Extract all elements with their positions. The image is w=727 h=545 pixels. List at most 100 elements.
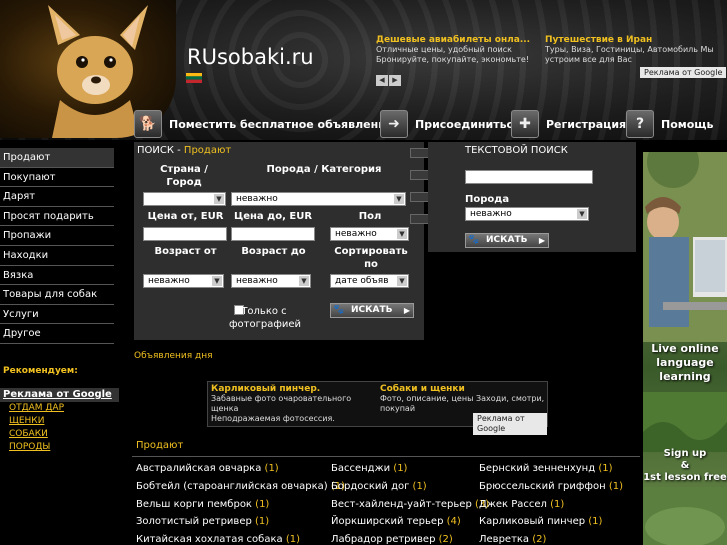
dog-icon: 🐕 — [134, 110, 162, 138]
woman-laptop-image — [643, 152, 727, 342]
ad-title[interactable]: Путешествие в Иран — [545, 35, 725, 45]
sidebar-item-sell[interactable]: Продают — [0, 148, 114, 168]
ad-title[interactable]: Собаки и щенки — [380, 384, 545, 394]
arrow-right-icon: ▶ — [538, 236, 545, 245]
sidebar-item-buy[interactable]: Покупают — [0, 168, 114, 188]
ad-link[interactable]: ОТДАМ ДАР — [9, 403, 64, 413]
nav-label: Регистрация — [546, 117, 627, 131]
ad-title[interactable]: Карликовый пинчер. — [211, 384, 376, 394]
nav-join[interactable]: ➜ Присоединиться — [380, 108, 520, 140]
nav-help[interactable]: ? Помощь — [626, 108, 713, 140]
breed-name: Йоркширский терьер — [331, 516, 444, 527]
breed-select[interactable]: неважно ▼ — [231, 192, 406, 206]
paw-icon: 🐾 — [333, 305, 345, 315]
breed-count: (1) — [285, 534, 300, 545]
breed-count: (1) — [264, 463, 279, 474]
sidebar-item-mating[interactable]: Вязка — [0, 266, 114, 286]
breed-count: (1) — [598, 463, 613, 474]
sidebar-item-services[interactable]: Услуги — [0, 305, 114, 325]
google-ad-block[interactable]: Карликовый пинчер. Забавные фото очарова… — [207, 381, 548, 435]
breed-name: Джек Рассел — [479, 499, 547, 510]
nav-register[interactable]: ✚ Регистрация — [511, 108, 626, 140]
sort-select[interactable]: дате объяв ▼ — [330, 274, 409, 288]
breed-link[interactable]: Лабрадор ретривер (2) — [331, 534, 453, 545]
sort-label: Сортировать по — [334, 246, 408, 270]
banner-cta[interactable]: & — [643, 460, 727, 472]
text-search-button[interactable]: 🐾 ИСКАТЬ ▶ — [465, 233, 549, 248]
google-ads-tag[interactable]: Реклама от Google — [640, 67, 727, 78]
text-search-panel: ТЕКСТОВОЙ ПОИСК Порода неважно ▼ 🐾 ИСКАТЬ ▶ — [428, 142, 636, 252]
arrow-right-icon: ▶ — [403, 306, 410, 315]
ad-link[interactable]: ПОРОДЫ — [9, 442, 50, 452]
site-logo-text[interactable]: RUsobaki.ru — [187, 45, 314, 69]
ad-title[interactable]: Дешевые авиабилеты онла... — [376, 35, 541, 45]
banner-grass-image — [643, 392, 727, 452]
breed-link[interactable]: Бассенджи (1) — [331, 463, 407, 474]
age-from-select[interactable]: неважно ▼ — [143, 274, 224, 288]
text-search-input[interactable] — [465, 170, 593, 184]
breed-count: (1) — [393, 463, 408, 474]
breed-name: Бассенджи — [331, 463, 391, 474]
breed-link[interactable]: Вельш корги пемброк (1) — [136, 499, 269, 510]
breed-link[interactable]: Бобтейл (староанглийская овчарка) (1) — [136, 481, 345, 492]
breed-name: Левретка — [479, 534, 530, 545]
text-breed-select[interactable]: неважно ▼ — [465, 207, 589, 221]
google-ads-link[interactable]: Реклама от Google — [0, 388, 119, 402]
banner-cta[interactable]: 1st lesson free — [643, 472, 727, 484]
ad-unit[interactable]: Карликовый пинчер. Забавные фото очарова… — [211, 384, 376, 424]
banner-lower-image — [643, 487, 727, 545]
search-title-text: ПОИСК — [137, 145, 174, 156]
breed-link[interactable]: Вест-хайленд-уайт-терьер (3) — [331, 499, 489, 510]
country-select[interactable]: ▼ — [143, 192, 226, 206]
lithuania-flag-icon[interactable] — [186, 73, 202, 83]
sidebar-item-goods[interactable]: Товары для собак — [0, 285, 114, 305]
sidebar-item-lost[interactable]: Пропажи — [0, 226, 114, 246]
text-search-button-label: ИСКАТЬ — [486, 235, 528, 245]
breed-link[interactable]: Китайская хохлатая собака (1) — [136, 534, 300, 545]
nav-label: Поместить бесплатное объявление! — [169, 117, 399, 131]
breed-link[interactable]: Левретка (2) — [479, 534, 546, 545]
chevron-down-icon: ▼ — [577, 209, 587, 219]
sex-select[interactable]: неважно ▼ — [330, 227, 409, 241]
breed-count: (1) — [255, 516, 270, 527]
language-learning-banner[interactable]: Live online language learning Sign up & … — [643, 152, 727, 545]
breed-link[interactable]: Бордоский дог (1) — [331, 481, 427, 492]
search-panel: ПОИСК - Продают Страна / Город Порода / … — [134, 142, 424, 340]
nav-post-ad[interactable]: 🐕 Поместить бесплатное объявление! — [134, 108, 398, 140]
ad-prev-button[interactable]: ◀ — [376, 75, 388, 86]
breed-link[interactable]: Йоркширский терьер (4) — [331, 516, 461, 527]
breed-name: Вест-хайленд-уайт-терьер — [331, 499, 472, 510]
breed-link[interactable]: Брюссельский гриффон (1) — [479, 481, 623, 492]
ad-next-button[interactable]: ▶ — [389, 75, 401, 86]
ad-link[interactable]: ЩЕНКИ — [9, 416, 44, 426]
ad-link[interactable]: СОБАКИ — [9, 429, 48, 439]
sidebar-item-give[interactable]: Дарят — [0, 187, 114, 207]
banner-cta[interactable]: Sign up — [643, 448, 727, 460]
sex-label: Пол — [358, 211, 382, 222]
sidebar-item-ask-gift[interactable]: Просят подарить — [0, 207, 114, 227]
chevron-down-icon: ▼ — [212, 276, 222, 286]
age-to-value: неважно — [236, 276, 278, 286]
age-to-select[interactable]: неважно ▼ — [231, 274, 311, 288]
ad-text: устроим все для Вас — [545, 55, 632, 64]
breed-link[interactable]: Карликовый пинчер (1) — [479, 516, 602, 527]
breed-link[interactable]: Золотистый ретривер (1) — [136, 516, 269, 527]
sidebar-item-found[interactable]: Находки — [0, 246, 114, 266]
breed-link[interactable]: Джек Рассел (1) — [479, 499, 564, 510]
search-button[interactable]: 🐾 ИСКАТЬ ▶ — [330, 303, 414, 318]
sidebar-item-other[interactable]: Другое — [0, 324, 114, 344]
google-ads-tag[interactable]: Реклама от Google — [473, 413, 547, 435]
text-breed-label: Порода — [465, 194, 510, 205]
price-to-input[interactable] — [231, 227, 315, 241]
nav-label: Помощь — [661, 117, 714, 131]
ad-unit[interactable]: Собаки и щенки Фото, описание, цены Захо… — [380, 384, 545, 414]
breed-link[interactable]: Австралийская овчарка (1) — [136, 463, 279, 474]
sort-value: дате объяв — [335, 276, 389, 286]
chevron-down-icon: ▼ — [397, 229, 407, 239]
sex-select-value: неважно — [335, 229, 377, 239]
day-ads-label: Объявления дня — [134, 351, 213, 361]
price-from-label: Цена от, EUR — [147, 211, 224, 222]
price-from-input[interactable] — [143, 227, 227, 241]
breed-name: Австралийская овчарка — [136, 463, 262, 474]
breed-link[interactable]: Бернский зенненхунд (1) — [479, 463, 613, 474]
